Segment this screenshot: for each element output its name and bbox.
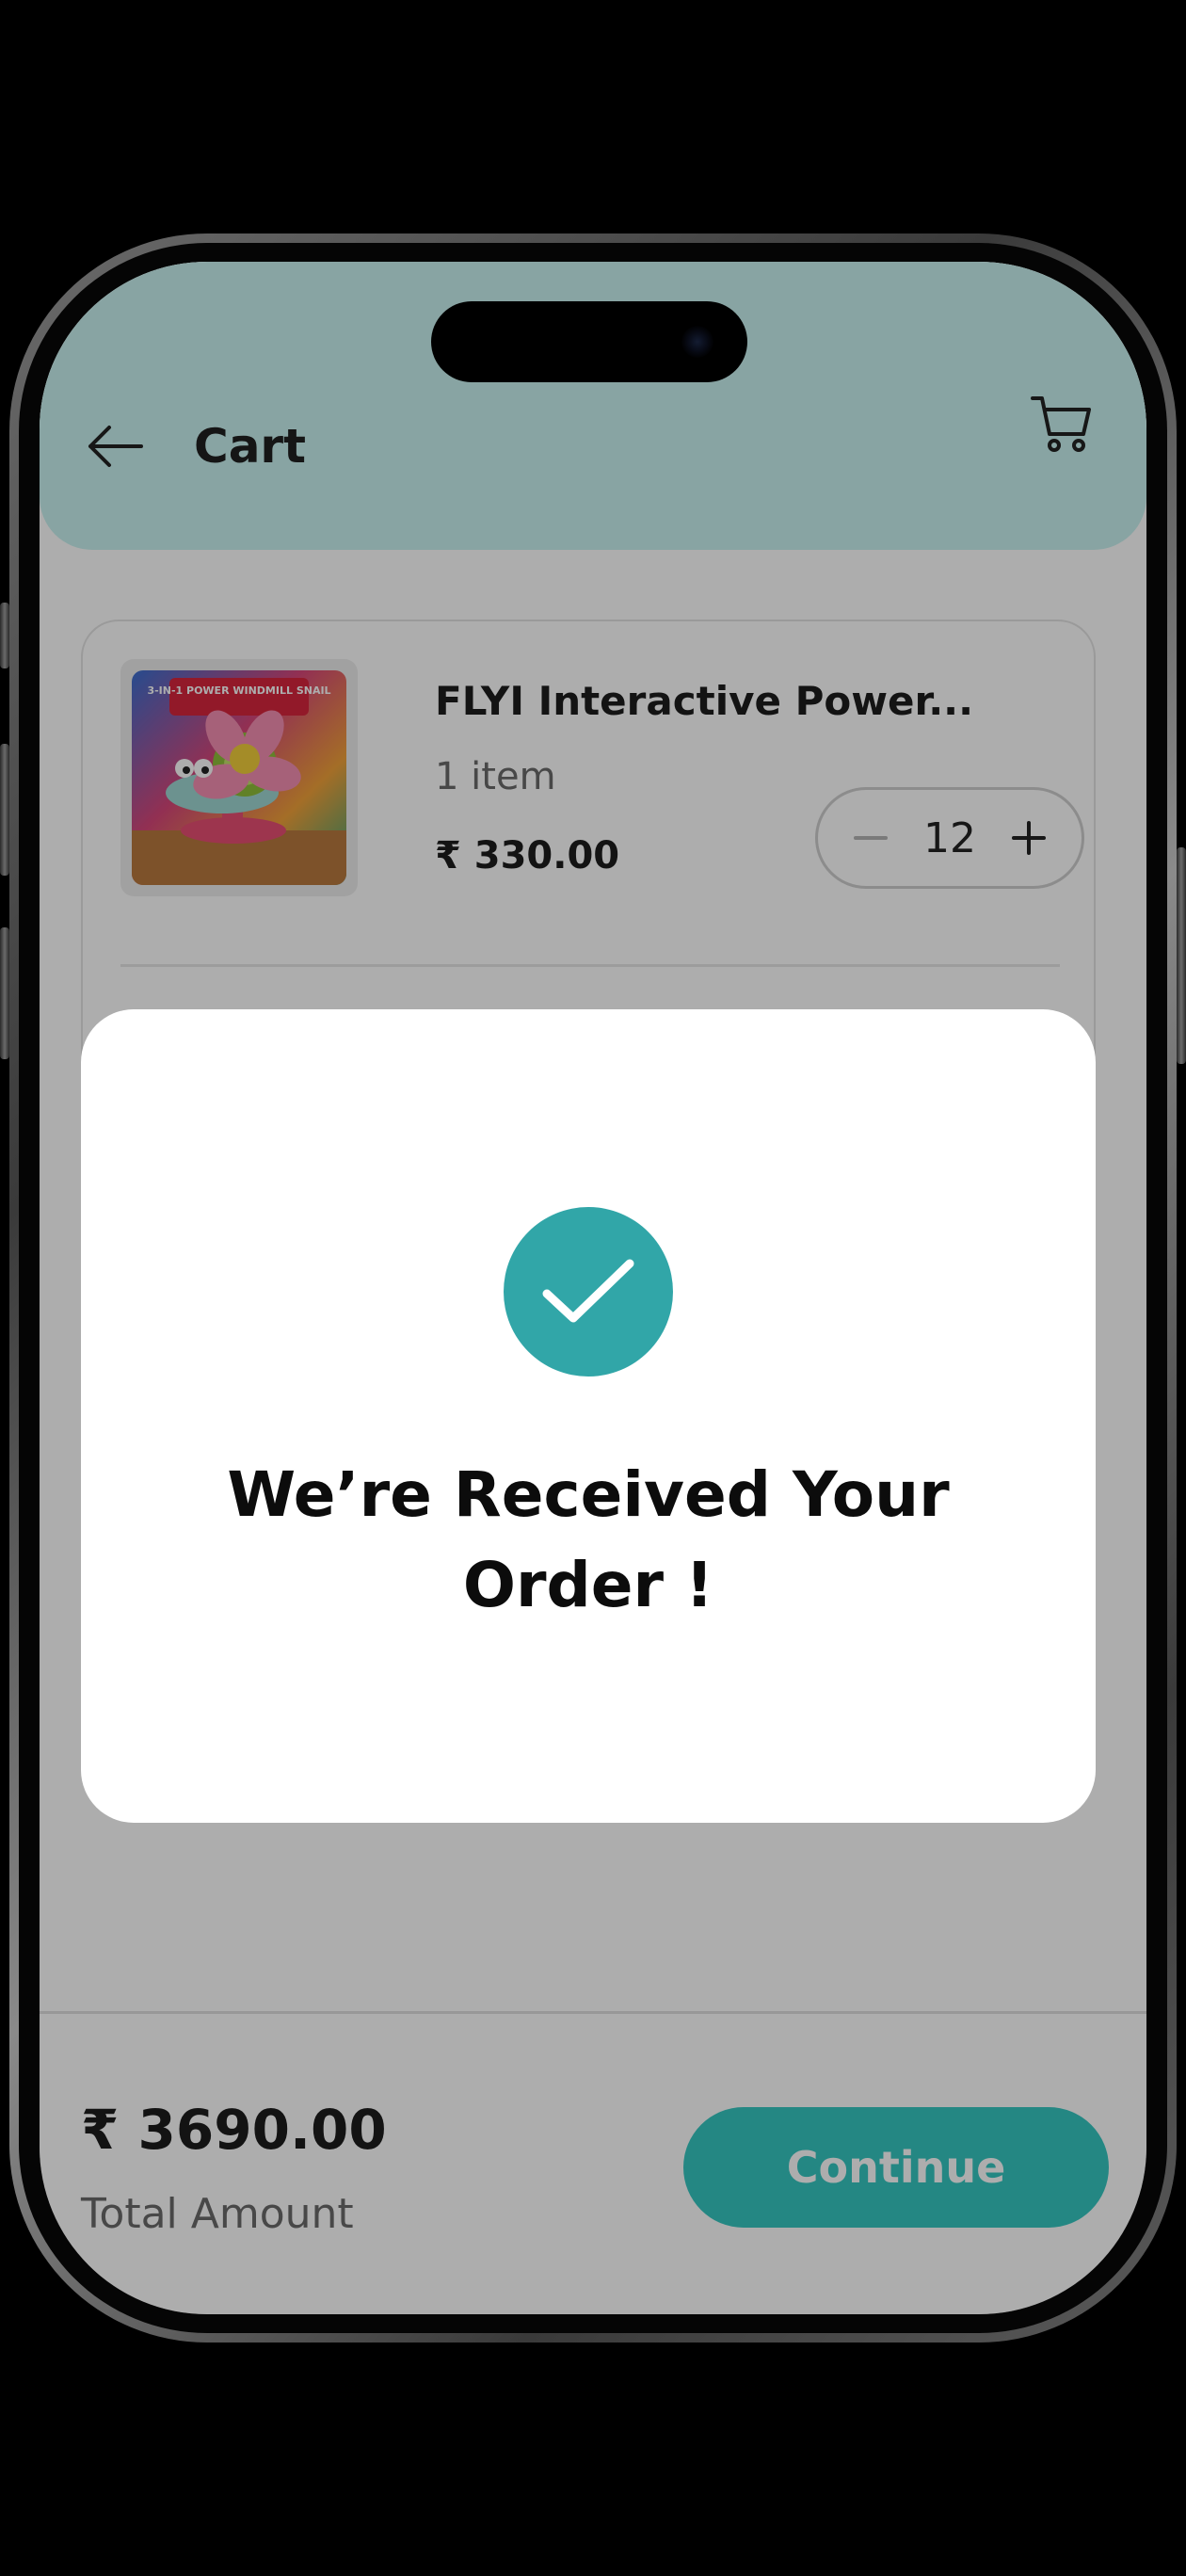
order-confirmation-message: We’re Received Your Order ! xyxy=(227,1458,950,1621)
volume-up-button xyxy=(0,744,9,876)
order-received-dialog: We’re Received Your Order ! xyxy=(81,1009,1096,1823)
success-badge xyxy=(504,1207,673,1377)
app-screen: Cart 3-IN-1 POWER WINDMILL SNAIL FLYI In… xyxy=(40,262,1146,2314)
action-button xyxy=(0,603,9,668)
check-icon xyxy=(542,1259,634,1323)
phone-frame: Cart 3-IN-1 POWER WINDMILL SNAIL FLYI In… xyxy=(9,233,1177,2343)
power-button xyxy=(1177,847,1186,1064)
phone-bezel: Cart 3-IN-1 POWER WINDMILL SNAIL FLYI In… xyxy=(19,243,1167,2333)
volume-down-button xyxy=(0,927,9,1059)
